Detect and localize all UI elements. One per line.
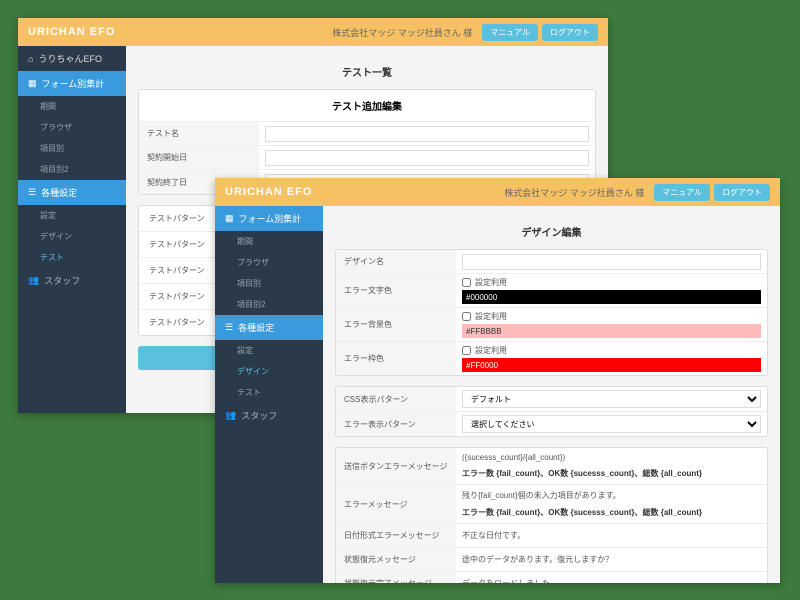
- sidebar: ⌂うりちゃんEFO ▦フォーム別集計 期間 ブラウザ 項目別 項目別2 ☰各種設…: [18, 46, 126, 413]
- sidebar-sub-test[interactable]: テスト: [18, 247, 126, 268]
- sidebar-section-settings[interactable]: ☰各種設定: [18, 180, 126, 205]
- logout-button[interactable]: ログアウト: [542, 24, 598, 41]
- users-icon: 👥: [225, 410, 236, 421]
- row-message: エラーメッセージ残り{fail_count}個の未入力項目があります。エラー数 …: [336, 485, 767, 524]
- window-design-edit: URICHAN EFO 株式会社マッジ マッジ社員さん 様 マニュアル ログアウ…: [215, 178, 780, 583]
- sidebar-sub-item1[interactable]: 項目別: [215, 273, 323, 294]
- chart-icon: ▦: [225, 213, 234, 224]
- main-content: デザイン編集 デザイン名 エラー文字色 設定利用 #000000: [323, 206, 780, 583]
- message-label: エラーメッセージ: [336, 485, 456, 523]
- css-pattern-select[interactable]: デフォルト: [462, 390, 761, 408]
- panel-title: テスト追加編集: [139, 90, 595, 122]
- sidebar-sub-item2[interactable]: 項目別2: [18, 159, 126, 180]
- sidebar-staff[interactable]: 👥スタッフ: [215, 403, 323, 428]
- home-icon: ⌂: [28, 54, 33, 64]
- row-error-border-color: エラー枠色 設定利用 #FF0000: [336, 342, 767, 375]
- sidebar-sub-item1[interactable]: 項目別: [18, 138, 126, 159]
- row-message: 日付形式エラーメッセージ不正な日付です。: [336, 524, 767, 548]
- user-label: 株式会社マッジ マッジ社員さん 様: [504, 186, 644, 199]
- color-value[interactable]: #FF0000: [462, 358, 761, 372]
- users-icon: 👥: [28, 275, 39, 286]
- chart-icon: ▦: [28, 78, 37, 89]
- list-icon: ☰: [28, 187, 36, 198]
- use-setting-checkbox[interactable]: [462, 278, 471, 287]
- page-title: テスト一覧: [138, 64, 596, 79]
- row-start-date: 契約開始日: [139, 146, 595, 170]
- sidebar-home[interactable]: ⌂うりちゃんEFO: [18, 46, 126, 71]
- sidebar-sub-item2[interactable]: 項目別2: [215, 294, 323, 315]
- message-value: 不正な日付です。: [462, 528, 761, 543]
- message-label: 送信ボタンエラーメッセージ: [336, 448, 456, 484]
- sidebar-sub-settings[interactable]: 設定: [215, 340, 323, 361]
- row-message: 状態復元完了メッセージデータをロードしました。: [336, 572, 767, 583]
- start-date-input[interactable]: [265, 150, 589, 166]
- use-setting-checkbox[interactable]: [462, 346, 471, 355]
- row-message: 状態復元メッセージ途中のデータがあります。復元しますか？: [336, 548, 767, 572]
- message-label: 日付形式エラーメッセージ: [336, 524, 456, 547]
- sidebar-section-settings[interactable]: ☰各種設定: [215, 315, 323, 340]
- row-design-name: デザイン名: [336, 250, 767, 274]
- row-error-pattern: エラー表示パターン 選択してください: [336, 412, 767, 436]
- sidebar-section-forms[interactable]: ▦フォーム別集計: [18, 71, 126, 96]
- list-icon: ☰: [225, 322, 233, 333]
- pattern-panel: CSS表示パターン デフォルト エラー表示パターン 選択してください: [335, 386, 768, 437]
- message-value: ({sucesss_count}/{all_count}): [462, 451, 761, 464]
- sidebar-sub-design[interactable]: デザイン: [215, 361, 323, 382]
- sidebar-staff[interactable]: 👥スタッフ: [18, 268, 126, 293]
- user-label: 株式会社マッジ マッジ社員さん 様: [332, 26, 472, 39]
- header: URICHAN EFO 株式会社マッジ マッジ社員さん 様 マニュアル ログアウ…: [215, 178, 780, 206]
- sidebar-sub-browser[interactable]: ブラウザ: [215, 252, 323, 273]
- messages-panel: 送信ボタンエラーメッセージ ({sucesss_count}/{all_count…: [335, 447, 768, 583]
- message-label: 状態復元完了メッセージ: [336, 572, 456, 583]
- row-test-name: テスト名: [139, 122, 595, 146]
- manual-button[interactable]: マニュアル: [482, 24, 538, 41]
- design-name-input[interactable]: [462, 254, 761, 270]
- message-value: エラー数 {fail_count}、OK数 {sucesss_count}、総数…: [462, 505, 761, 520]
- color-value[interactable]: #FFBBBB: [462, 324, 761, 338]
- test-name-input[interactable]: [265, 126, 589, 142]
- sidebar-sub-browser[interactable]: ブラウザ: [18, 117, 126, 138]
- sidebar-sub-settings[interactable]: 設定: [18, 205, 126, 226]
- brand-logo: URICHAN EFO: [225, 186, 312, 198]
- error-pattern-select[interactable]: 選択してください: [462, 415, 761, 433]
- sidebar-sub-period[interactable]: 期間: [18, 96, 126, 117]
- message-value: データをロードしました。: [462, 576, 761, 583]
- sidebar: ▦フォーム別集計 期間 ブラウザ 項目別 項目別2 ☰各種設定 設定 デザイン …: [215, 206, 323, 583]
- sidebar-sub-period[interactable]: 期間: [215, 231, 323, 252]
- use-setting-checkbox[interactable]: [462, 312, 471, 321]
- color-value[interactable]: #000000: [462, 290, 761, 304]
- manual-button[interactable]: マニュアル: [654, 184, 710, 201]
- sidebar-sub-test[interactable]: テスト: [215, 382, 323, 403]
- header: URICHAN EFO 株式会社マッジ マッジ社員さん 様 マニュアル ログアウ…: [18, 18, 608, 46]
- row-error-text-color: エラー文字色 設定利用 #000000: [336, 274, 767, 308]
- design-panel: デザイン名 エラー文字色 設定利用 #000000 エラー背景色 設定利用: [335, 249, 768, 376]
- brand-logo: URICHAN EFO: [28, 26, 115, 38]
- row-error-bg-color: エラー背景色 設定利用 #FFBBBB: [336, 308, 767, 342]
- message-value: 残り{fail_count}個の未入力項目があります。: [462, 488, 761, 503]
- row-css-pattern: CSS表示パターン デフォルト: [336, 387, 767, 412]
- sidebar-section-forms[interactable]: ▦フォーム別集計: [215, 206, 323, 231]
- message-value: エラー数 {fail_count}、OK数 {sucesss_count}、総数…: [462, 466, 761, 481]
- message-value: 途中のデータがあります。復元しますか？: [462, 552, 761, 567]
- row-message: 送信ボタンエラーメッセージ ({sucesss_count}/{all_count…: [336, 448, 767, 485]
- logout-button[interactable]: ログアウト: [714, 184, 770, 201]
- sidebar-sub-design[interactable]: デザイン: [18, 226, 126, 247]
- message-label: 状態復元メッセージ: [336, 548, 456, 571]
- page-title: デザイン編集: [335, 224, 768, 239]
